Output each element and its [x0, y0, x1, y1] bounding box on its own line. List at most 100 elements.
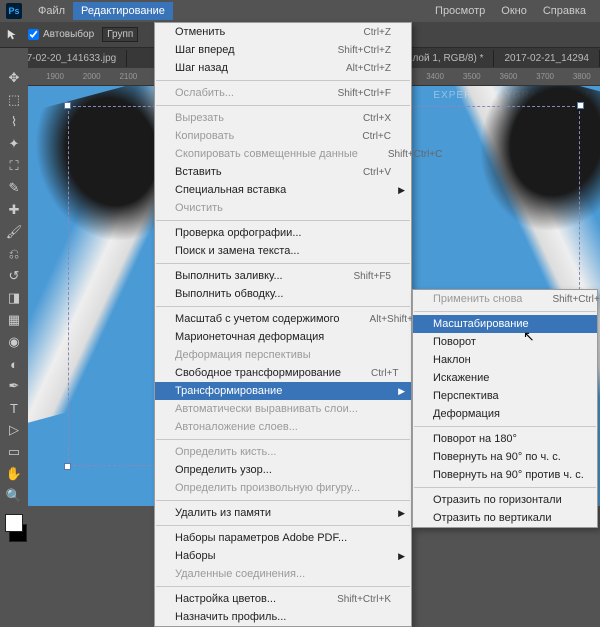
- menu-item[interactable]: Поворот на 180°: [413, 430, 597, 448]
- menu-item[interactable]: Выполнить обводку...: [155, 285, 411, 303]
- menu-item[interactable]: Выполнить заливку...Shift+F5: [155, 267, 411, 285]
- menu-item-label: Наборы параметров Adobe PDF...: [175, 532, 347, 544]
- menu-item[interactable]: Марионеточная деформация: [155, 328, 411, 346]
- menu-item[interactable]: Масштабирование: [413, 315, 597, 333]
- pen-tool-icon[interactable]: ✒: [3, 376, 25, 396]
- eraser-tool-icon[interactable]: ◨: [3, 288, 25, 308]
- menu-item-label: Наклон: [433, 354, 471, 366]
- blur-tool-icon[interactable]: ◉: [3, 332, 25, 352]
- menu-item[interactable]: Повернуть на 90° по ч. с.: [413, 448, 597, 466]
- menu-item-label: Вставить: [175, 166, 222, 178]
- menu-item: Определить кисть...: [155, 443, 411, 461]
- submenu-arrow-icon: ▶: [398, 386, 405, 397]
- menu-separator: [156, 263, 410, 264]
- menu-shortcut: Ctrl+T: [341, 368, 399, 379]
- menu-item-label: Выполнить обводку...: [175, 288, 283, 300]
- menu-shortcut: Ctrl+V: [333, 167, 391, 178]
- history-brush-icon[interactable]: ↺: [3, 266, 25, 286]
- menu-item[interactable]: Специальная вставка▶: [155, 181, 411, 199]
- wand-tool-icon[interactable]: ✦: [3, 134, 25, 154]
- menu-item-label: Назначить профиль...: [175, 611, 286, 623]
- menu-item: Удаленные соединения...: [155, 565, 411, 583]
- menu-shortcut: Shift+Ctrl+K: [307, 594, 391, 605]
- transform-handle[interactable]: [64, 102, 71, 109]
- heal-tool-icon[interactable]: ✚: [3, 200, 25, 220]
- menu-item-label: Скопировать совмещенные данные: [175, 148, 358, 160]
- foreground-swatch[interactable]: [5, 514, 23, 532]
- menu-separator: [156, 80, 410, 81]
- menu-item[interactable]: Отразить по горизонтали: [413, 491, 597, 509]
- menu-item[interactable]: Свободное трансформированиеCtrl+T: [155, 364, 411, 382]
- zoom-tool-icon[interactable]: 🔍: [3, 486, 25, 506]
- menu-view[interactable]: Просмотр: [427, 2, 493, 20]
- menu-window[interactable]: Окно: [493, 2, 535, 20]
- menu-item[interactable]: Назначить профиль...: [155, 608, 411, 626]
- menu-file[interactable]: Файл: [30, 2, 73, 20]
- menu-item[interactable]: ОтменитьCtrl+Z: [155, 23, 411, 41]
- autoselect-checkbox[interactable]: Автовыбор: [28, 29, 94, 40]
- menu-item: ВырезатьCtrl+X: [155, 109, 411, 127]
- hand-tool-icon[interactable]: ✋: [3, 464, 25, 484]
- menu-shortcut: Ctrl+C: [332, 131, 391, 142]
- menu-item-label: Удаленные соединения...: [175, 568, 305, 580]
- menu-item[interactable]: Повернуть на 90° против ч. с.: [413, 466, 597, 484]
- move-tool-icon[interactable]: ✥: [3, 68, 25, 88]
- menu-item[interactable]: Проверка орфографии...: [155, 224, 411, 242]
- transform-handle[interactable]: [577, 102, 584, 109]
- menu-item[interactable]: Поворот: [413, 333, 597, 351]
- transform-handle[interactable]: [64, 463, 71, 470]
- menu-item[interactable]: Шаг впередShift+Ctrl+Z: [155, 41, 411, 59]
- menu-item[interactable]: Деформация: [413, 405, 597, 423]
- menu-item[interactable]: Трансформирование▶: [155, 382, 411, 400]
- menu-item: Деформация перспективы: [155, 346, 411, 364]
- menu-item: Применить сноваShift+Ctrl+T: [413, 290, 597, 308]
- marquee-tool-icon[interactable]: ⬚: [3, 90, 25, 110]
- menu-shortcut: Alt+Ctrl+Z: [316, 63, 391, 74]
- menu-item-label: Копировать: [175, 130, 234, 142]
- menu-separator: [414, 487, 596, 488]
- app-icon: Ps: [6, 3, 22, 19]
- menu-item[interactable]: Перспектива: [413, 387, 597, 405]
- menu-item[interactable]: Вставить Ctrl+V: [155, 163, 411, 181]
- menu-help[interactable]: Справка: [535, 2, 594, 20]
- shape-tool-icon[interactable]: ▭: [3, 442, 25, 462]
- submenu-arrow-icon: ▶: [398, 185, 405, 196]
- menu-item-label: Отразить по горизонтали: [433, 494, 562, 506]
- menu-item[interactable]: Наклон: [413, 351, 597, 369]
- menu-item-label: Масштабирование: [433, 318, 529, 330]
- crop-tool-icon[interactable]: ⛶: [3, 156, 25, 176]
- menu-item-label: Шаг вперед: [175, 44, 235, 56]
- menu-separator: [156, 306, 410, 307]
- menu-separator: [156, 105, 410, 106]
- menu-shortcut: Shift+F5: [323, 271, 391, 282]
- transform-submenu: Применить сноваShift+Ctrl+T Масштабирован…: [412, 289, 598, 528]
- menu-item-label: Искажение: [433, 372, 489, 384]
- menu-item[interactable]: Масштаб с учетом содержимогоAlt+Shift+Ct…: [155, 310, 411, 328]
- lasso-tool-icon[interactable]: ⌇: [3, 112, 25, 132]
- type-tool-icon[interactable]: T: [3, 398, 25, 418]
- eyedropper-tool-icon[interactable]: ✎: [3, 178, 25, 198]
- menu-item[interactable]: Поиск и замена текста...: [155, 242, 411, 260]
- menu-item[interactable]: Искажение: [413, 369, 597, 387]
- tab-document[interactable]: 2017-02-21_14294: [494, 50, 600, 67]
- menu-item[interactable]: Определить узор...: [155, 461, 411, 479]
- menu-edit[interactable]: Редактирование: [73, 2, 173, 20]
- menu-item-label: Очистить: [175, 202, 223, 214]
- autoselect-target-dropdown[interactable]: Групп: [102, 27, 138, 42]
- menu-item[interactable]: Шаг назадAlt+Ctrl+Z: [155, 59, 411, 77]
- menu-separator: [156, 500, 410, 501]
- autoselect-label: Автовыбор: [43, 29, 94, 40]
- gradient-tool-icon[interactable]: ▦: [3, 310, 25, 330]
- menu-item[interactable]: Настройка цветов...Shift+Ctrl+K: [155, 590, 411, 608]
- menu-item[interactable]: Наборы▶: [155, 547, 411, 565]
- path-tool-icon[interactable]: ▷: [3, 420, 25, 440]
- menu-item-label: Марионеточная деформация: [175, 331, 324, 343]
- menu-item-label: Свободное трансформирование: [175, 367, 341, 379]
- brush-tool-icon[interactable]: 🖌: [3, 222, 25, 242]
- menu-item[interactable]: Наборы параметров Adobe PDF...: [155, 529, 411, 547]
- menu-item[interactable]: Удалить из памяти▶: [155, 504, 411, 522]
- dodge-tool-icon[interactable]: ◐: [3, 354, 25, 374]
- menu-item[interactable]: Отразить по вертикали: [413, 509, 597, 527]
- stamp-tool-icon[interactable]: ⎌: [3, 244, 25, 264]
- menu-item-label: Проверка орфографии...: [175, 227, 301, 239]
